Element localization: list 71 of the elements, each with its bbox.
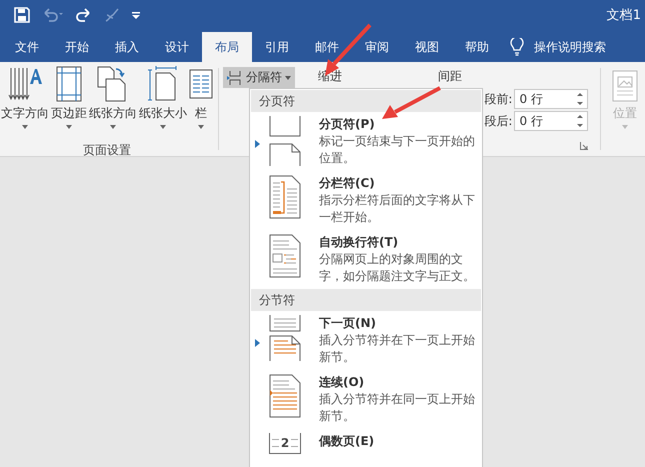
- ribbon-tab[interactable]: 开始: [52, 32, 102, 62]
- spin-arrows-icon[interactable]: [577, 92, 584, 106]
- field-label: 段后:: [484, 112, 512, 130]
- ribbon-tab[interactable]: 布局: [202, 32, 252, 62]
- ribbon-tab[interactable]: 引用: [252, 32, 302, 62]
- spin-field[interactable]: 0 行: [514, 89, 588, 109]
- caret-icon: [198, 125, 204, 129]
- annotation-arrow: [382, 86, 441, 119]
- ribbon-tab[interactable]: 帮助: [452, 32, 502, 62]
- window-title: 文档1: [606, 7, 642, 24]
- group-label: 页面设置: [83, 142, 131, 159]
- save-icon[interactable]: [14, 7, 30, 23]
- undo-icon[interactable]: [42, 7, 64, 23]
- ribbon-tab[interactable]: 视图: [402, 32, 452, 62]
- menu-item-description: 插入分节符并在同一页上开始新节。: [319, 391, 476, 425]
- lightbulb-icon[interactable]: [510, 38, 524, 56]
- menu-item-title: 偶数页(E): [319, 433, 376, 450]
- ribbon-tab[interactable]: 插入: [102, 32, 152, 62]
- next-page-section-icon: [269, 315, 301, 361]
- text-wrapping-break-icon: [269, 234, 301, 278]
- spacing-label: 间距: [438, 68, 462, 85]
- caret-icon: [22, 125, 28, 129]
- menu-section-heading: 分页符: [251, 90, 481, 112]
- menu-item-title: 连续(O): [319, 374, 366, 391]
- redo-icon[interactable]: [76, 7, 92, 23]
- ribbon-tab[interactable]: 文件: [2, 32, 52, 62]
- menu-item[interactable]: 连续(O) 插入分节符并在同一页上开始新节。: [251, 370, 481, 429]
- menu-item-title: 自动换行符(T): [319, 234, 400, 251]
- caret-icon: [110, 125, 116, 129]
- menu-item[interactable]: 2 偶数页(E): [251, 429, 481, 467]
- menu-item-description: 分隔网页上的对象周围的文字，如分隔题注文字与正文。: [319, 251, 476, 285]
- caret-icon: [284, 76, 291, 80]
- spin-arrows-icon[interactable]: [577, 114, 584, 128]
- tell-me-search[interactable]: 操作说明搜索: [534, 32, 606, 62]
- menu-item-description: 标记一页结束与下一页开始的位置。: [319, 133, 476, 167]
- breaks-dropdown[interactable]: 分隔符: [222, 67, 295, 88]
- caret-icon: [622, 125, 628, 129]
- caret-icon: [66, 125, 72, 129]
- spin-field[interactable]: 0 行: [514, 111, 588, 131]
- margins-icon: [56, 66, 82, 102]
- even-page-section-icon: 2: [269, 433, 301, 454]
- menu-section-heading: 分节符: [251, 289, 481, 311]
- ribbon-tab[interactable]: 邮件: [302, 32, 352, 62]
- caret-icon: [160, 125, 166, 129]
- column-break-icon: [269, 175, 301, 219]
- menu-item[interactable]: 自动换行符(T) 分隔网页上的对象周围的文字，如分隔题注文字与正文。: [251, 230, 481, 289]
- menu-item-title: 分页符(P): [319, 116, 376, 133]
- continuous-section-icon: [269, 374, 301, 418]
- menu-item-description: 指示分栏符后面的文字将从下一栏开始。: [319, 192, 476, 226]
- ribbon-button[interactable]: 文字方向: [0, 66, 50, 142]
- menu-item[interactable]: 分页符(P) 标记一页结束与下一页开始的位置。: [251, 112, 481, 171]
- breaks-icon: [226, 70, 243, 84]
- ribbon-tab[interactable]: 设计: [152, 32, 202, 62]
- text-direction-icon: [8, 66, 42, 102]
- ribbon-button[interactable]: 页边距: [50, 66, 88, 142]
- customize-icon[interactable]: [132, 11, 140, 19]
- position-icon: [612, 70, 638, 102]
- menu-item-description: 插入分节符并在下一页上开始新节。: [319, 332, 476, 366]
- ribbon-button[interactable]: 纸张方向: [88, 66, 138, 142]
- pen-icon[interactable]: [104, 7, 120, 23]
- menu-item-title: 分栏符(C): [319, 175, 376, 192]
- ribbon-button[interactable]: 栏: [188, 66, 214, 142]
- menu-item[interactable]: 分栏符(C) 指示分栏符后面的文字将从下一栏开始。: [251, 171, 481, 230]
- page-break-icon: [269, 116, 301, 166]
- ribbon-button[interactable]: 纸张大小: [138, 66, 188, 142]
- ribbon-tab[interactable]: 审阅: [352, 32, 402, 62]
- menu-item-title: 下一页(N): [319, 315, 378, 332]
- menu-item[interactable]: 下一页(N) 插入分节符并在下一页上开始新节。: [251, 311, 481, 370]
- field-label: 段前:: [484, 90, 512, 108]
- dialog-launcher-icon[interactable]: [580, 142, 588, 150]
- page-size-icon: [148, 66, 178, 102]
